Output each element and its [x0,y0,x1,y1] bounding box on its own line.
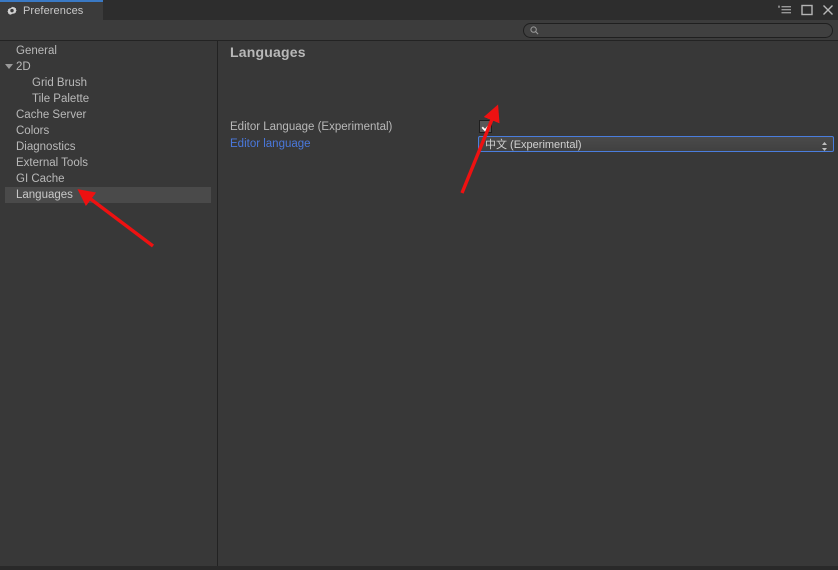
gear-icon [6,5,18,17]
chevron-down-icon[interactable] [5,64,13,69]
editor-language-dropdown[interactable]: 中文 (Experimental) [478,136,834,152]
stepper-arrows-icon[interactable] [820,139,829,150]
sidebar-item-label: Colors [16,125,49,137]
sidebar-item-tile-palette[interactable]: Tile Palette [0,91,217,107]
sidebar-item-label: Tile Palette [32,93,89,105]
sidebar-item-label: Languages [16,189,73,201]
sidebar-item-diagnostics[interactable]: Diagnostics [0,139,217,155]
editor-language-experimental-checkbox[interactable] [479,120,492,133]
check-icon [481,122,492,133]
window-controls [778,0,834,20]
search-toolbar [0,20,838,41]
editor-language-experimental-label: Editor Language (Experimental) [230,121,392,133]
settings-sidebar: General 2D Grid Brush Tile Palette Cache… [0,41,218,566]
content-area: General 2D Grid Brush Tile Palette Cache… [0,41,838,566]
sidebar-item-label: 2D [16,61,31,73]
row-editor-language-experimental: Editor Language (Experimental) [230,119,392,135]
sidebar-item-gi-cache[interactable]: GI Cache [0,171,217,187]
sidebar-item-label: External Tools [16,157,88,169]
sidebar-item-general[interactable]: General [0,43,217,59]
editor-language-label[interactable]: Editor language [230,138,311,150]
search-field[interactable] [523,23,833,38]
search-icon [530,22,539,40]
tab-preferences[interactable]: Preferences [0,0,103,20]
maximize-icon[interactable] [801,4,813,16]
window-title-bar: Preferences [0,0,838,20]
tab-label: Preferences [23,5,83,17]
page-title: Languages [230,44,306,60]
sidebar-item-label: GI Cache [16,173,65,185]
search-input[interactable] [543,25,823,36]
sidebar-item-label: Grid Brush [32,77,87,89]
sidebar-item-languages[interactable]: Languages [5,187,211,203]
sidebar-item-label: Diagnostics [16,141,75,153]
panel-menu-icon[interactable] [778,5,792,16]
close-icon[interactable] [822,4,834,16]
sidebar-item-colors[interactable]: Colors [0,123,217,139]
row-editor-language: Editor language [230,136,311,152]
sidebar-item-grid-brush[interactable]: Grid Brush [0,75,217,91]
sidebar-item-external-tools[interactable]: External Tools [0,155,217,171]
sidebar-item-label: General [16,45,57,57]
editor-language-dropdown-value: 中文 (Experimental) [485,136,582,152]
sidebar-item-label: Cache Server [16,109,86,121]
sidebar-item-2d[interactable]: 2D [0,59,217,75]
sidebar-item-cache-server[interactable]: Cache Server [0,107,217,123]
settings-main-panel: Languages Editor Language (Experimental)… [219,41,838,566]
preferences-window: Preferences [0,0,838,570]
